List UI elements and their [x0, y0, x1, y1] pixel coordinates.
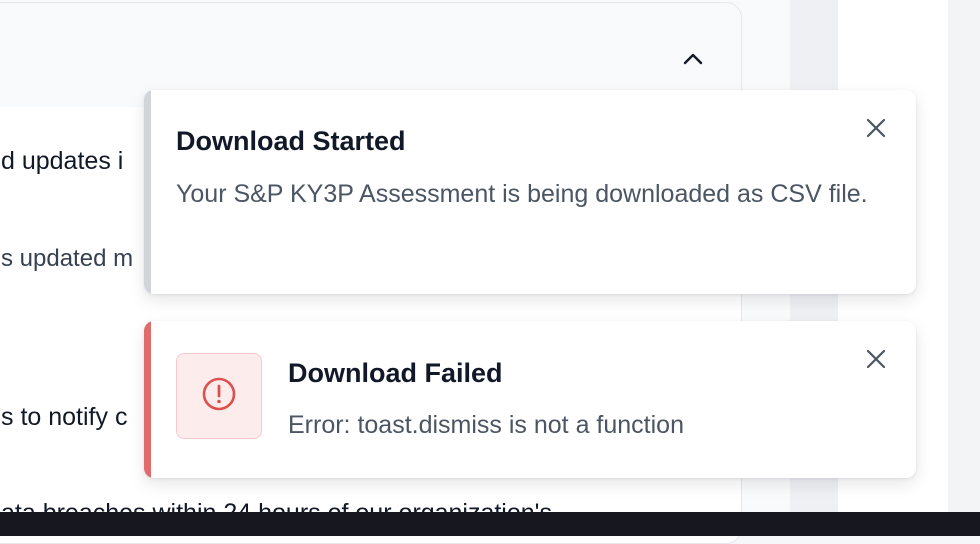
toast-download-started: Download Started Your S&P KY3P Assessmen… — [144, 90, 916, 294]
close-button[interactable] — [863, 348, 889, 374]
error-icon-box — [176, 353, 262, 439]
toast-message: Your S&P KY3P Assessment is being downlo… — [176, 180, 868, 208]
toast-title: Download Failed — [288, 358, 503, 388]
content-line: s to notify c — [1, 403, 128, 431]
close-button[interactable] — [863, 117, 889, 143]
taskbar — [0, 512, 980, 536]
alert-circle-icon — [201, 376, 237, 417]
toast-title: Download Started — [176, 126, 406, 156]
toast-message: Error: toast.dismiss is not a function — [288, 411, 684, 439]
toast-download-failed: Download Failed Error: toast.dismiss is … — [144, 321, 916, 478]
chevron-up-icon[interactable] — [681, 47, 705, 71]
toast-accent-bar — [144, 321, 151, 478]
content-line: d updates i — [1, 147, 124, 175]
toast-accent-bar — [144, 90, 151, 294]
close-icon — [865, 348, 887, 375]
right-edge — [948, 0, 980, 512]
close-icon — [865, 117, 887, 144]
content-line: s updated m — [1, 245, 134, 272]
